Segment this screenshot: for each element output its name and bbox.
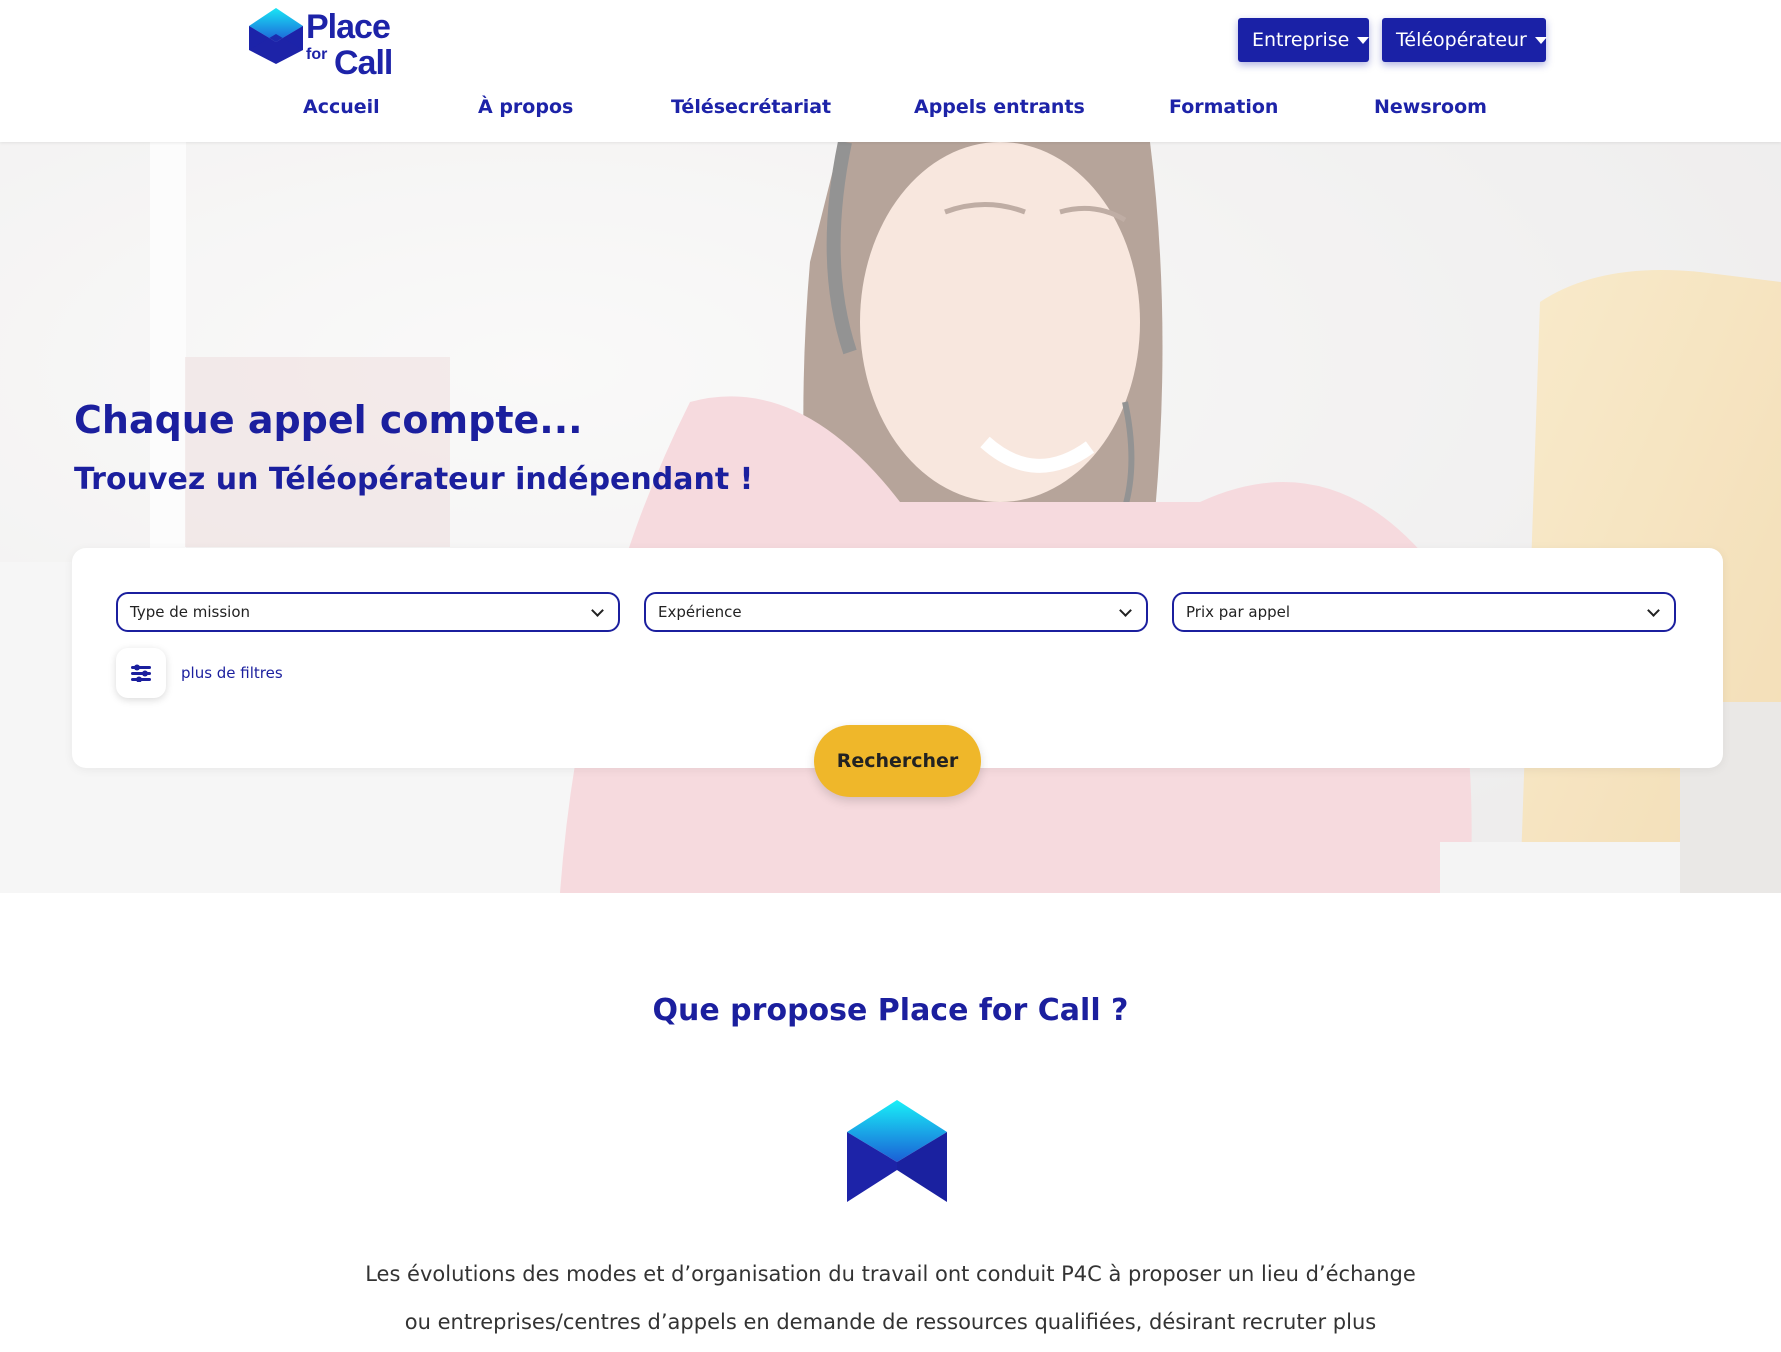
entreprise-dropdown-label: Entreprise <box>1252 29 1350 51</box>
teleoperateur-dropdown-button[interactable]: Téléopérateur <box>1382 18 1547 62</box>
about-paragraph-line-2: ou entreprises/centres d’appels en deman… <box>404 1310 1377 1334</box>
nav-item-accueil[interactable]: Accueil <box>303 96 380 118</box>
nav-item-newsroom[interactable]: Newsroom <box>1374 96 1487 118</box>
hero-section: Chaque appel compte... Trouvez un Téléop… <box>0 142 1781 893</box>
entreprise-dropdown-button[interactable]: Entreprise <box>1238 18 1370 62</box>
sliders-icon <box>131 664 151 682</box>
chevron-down-icon <box>1119 604 1132 617</box>
chevron-down-icon <box>591 604 604 617</box>
logo-text-place: Place <box>306 8 391 46</box>
price-per-call-select[interactable]: Prix par appel <box>1172 592 1676 632</box>
logo-wordmark: Place for Call <box>306 8 416 82</box>
teleoperateur-dropdown-label: Téléopérateur <box>1396 29 1527 51</box>
price-per-call-select-value: Prix par appel <box>1186 603 1291 621</box>
experience-select[interactable]: Expérience <box>644 592 1148 632</box>
nav-item-formation[interactable]: Formation <box>1169 96 1278 118</box>
chevron-down-icon <box>1647 604 1660 617</box>
site-header: Place for Call Entreprise Téléopérateur … <box>0 0 1781 142</box>
hero-title: Chaque appel compte... <box>74 398 583 442</box>
main-nav: Accueil À propos Télésecrétariat Appels … <box>0 96 1781 126</box>
mission-type-select-value: Type de mission <box>130 603 250 621</box>
brand-logo[interactable]: Place for Call <box>248 8 408 82</box>
logo-text-call: Call <box>334 44 393 82</box>
nav-item-appels-entrants[interactable]: Appels entrants <box>914 96 1085 118</box>
about-paragraph-line-1: Les évolutions des modes et d’organisati… <box>365 1262 1416 1286</box>
more-filters-button[interactable] <box>116 648 166 698</box>
about-section-title: Que propose Place for Call ? <box>652 993 1129 1028</box>
search-button[interactable]: Rechercher <box>814 725 981 797</box>
more-filters-link[interactable]: plus de filtres <box>181 664 283 682</box>
hero-subtitle: Trouvez un Téléopérateur indépendant ! <box>74 462 754 497</box>
caret-down-icon <box>1357 36 1370 44</box>
logo-mark-icon <box>249 8 303 64</box>
experience-select-value: Expérience <box>658 603 742 621</box>
nav-item-a-propos[interactable]: À propos <box>478 96 573 118</box>
nav-item-telesecretariat[interactable]: Télésecrétariat <box>671 96 831 118</box>
caret-down-icon <box>1534 36 1547 44</box>
logo-text-for: for <box>306 46 328 63</box>
mission-type-select[interactable]: Type de mission <box>116 592 620 632</box>
logo-mark-icon <box>847 1100 947 1202</box>
